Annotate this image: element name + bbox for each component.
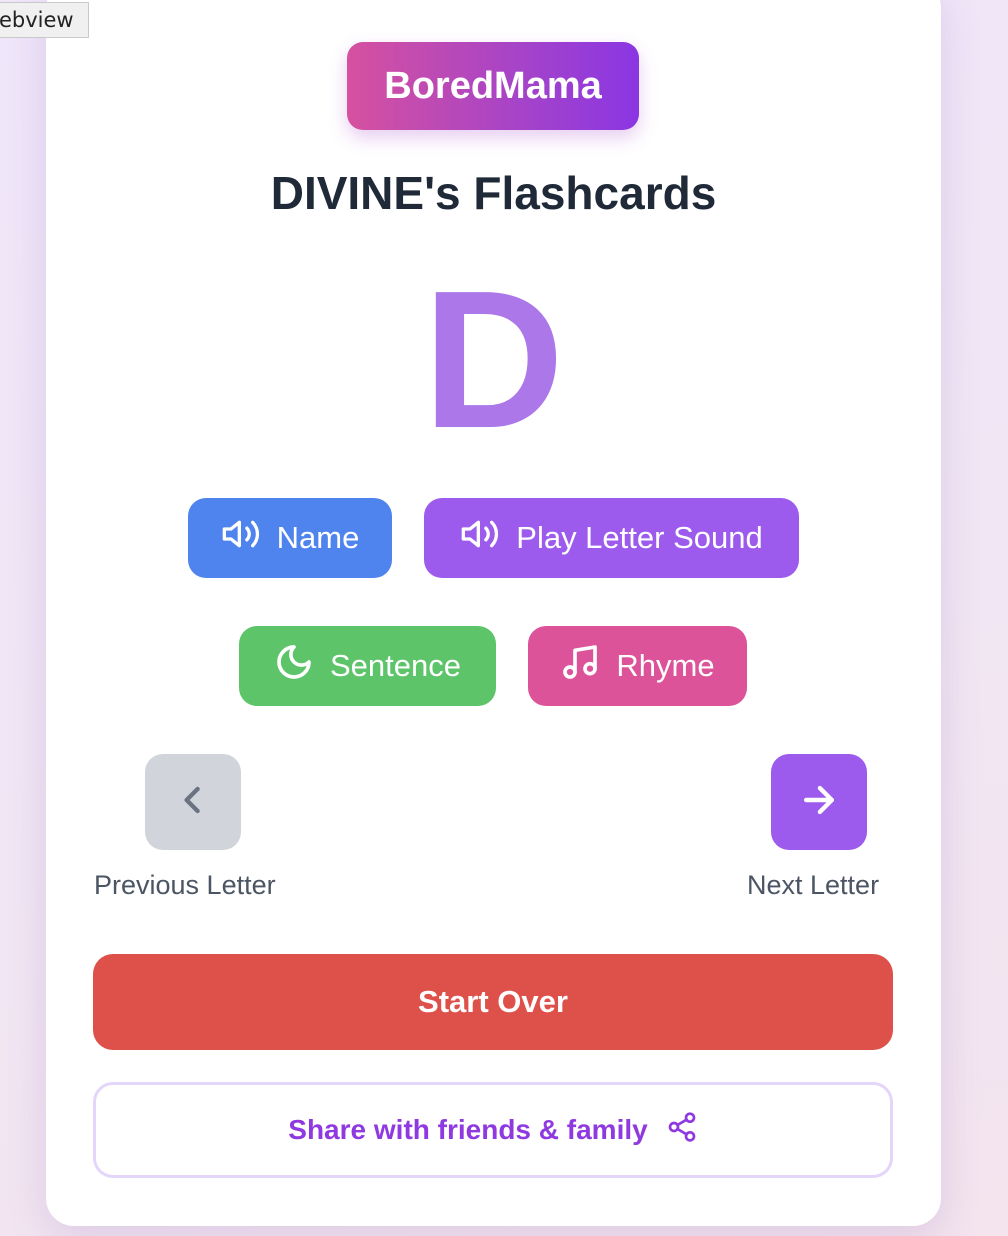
chevron-left-icon: [171, 778, 215, 827]
brand-logo: BoredMama: [347, 42, 639, 130]
rhyme-button[interactable]: Rhyme: [528, 626, 747, 706]
share-button[interactable]: Share with friends & family: [93, 1082, 893, 1178]
start-over-label: Start Over: [418, 984, 568, 1019]
music-note-icon: [560, 642, 600, 690]
play-letter-sound-label: Play Letter Sound: [516, 520, 763, 555]
sentence-button-label: Sentence: [330, 648, 461, 683]
flashcard-letter: D: [422, 250, 565, 469]
next-letter-label: Next Letter: [747, 870, 880, 900]
previous-letter-button[interactable]: [145, 754, 241, 850]
play-letter-sound-button[interactable]: Play Letter Sound: [424, 498, 799, 578]
rhyme-button-label: Rhyme: [616, 648, 715, 683]
share-label: Share with friends & family: [288, 1114, 648, 1145]
start-over-button[interactable]: Start Over: [93, 954, 893, 1050]
name-button-label: Name: [276, 520, 360, 555]
webview-tooltip: ebview: [0, 2, 89, 38]
share-icon: [666, 1111, 698, 1150]
next-letter-button[interactable]: [771, 754, 867, 850]
moon-icon: [274, 642, 314, 690]
name-button[interactable]: Name: [188, 498, 392, 578]
page-title: DIVINE's Flashcards: [270, 167, 717, 219]
arrow-right-icon: [797, 778, 841, 827]
speaker-icon: [460, 514, 500, 562]
speaker-icon: [221, 514, 261, 562]
previous-letter-label: Previous Letter: [94, 870, 276, 900]
sentence-button[interactable]: Sentence: [239, 626, 496, 706]
